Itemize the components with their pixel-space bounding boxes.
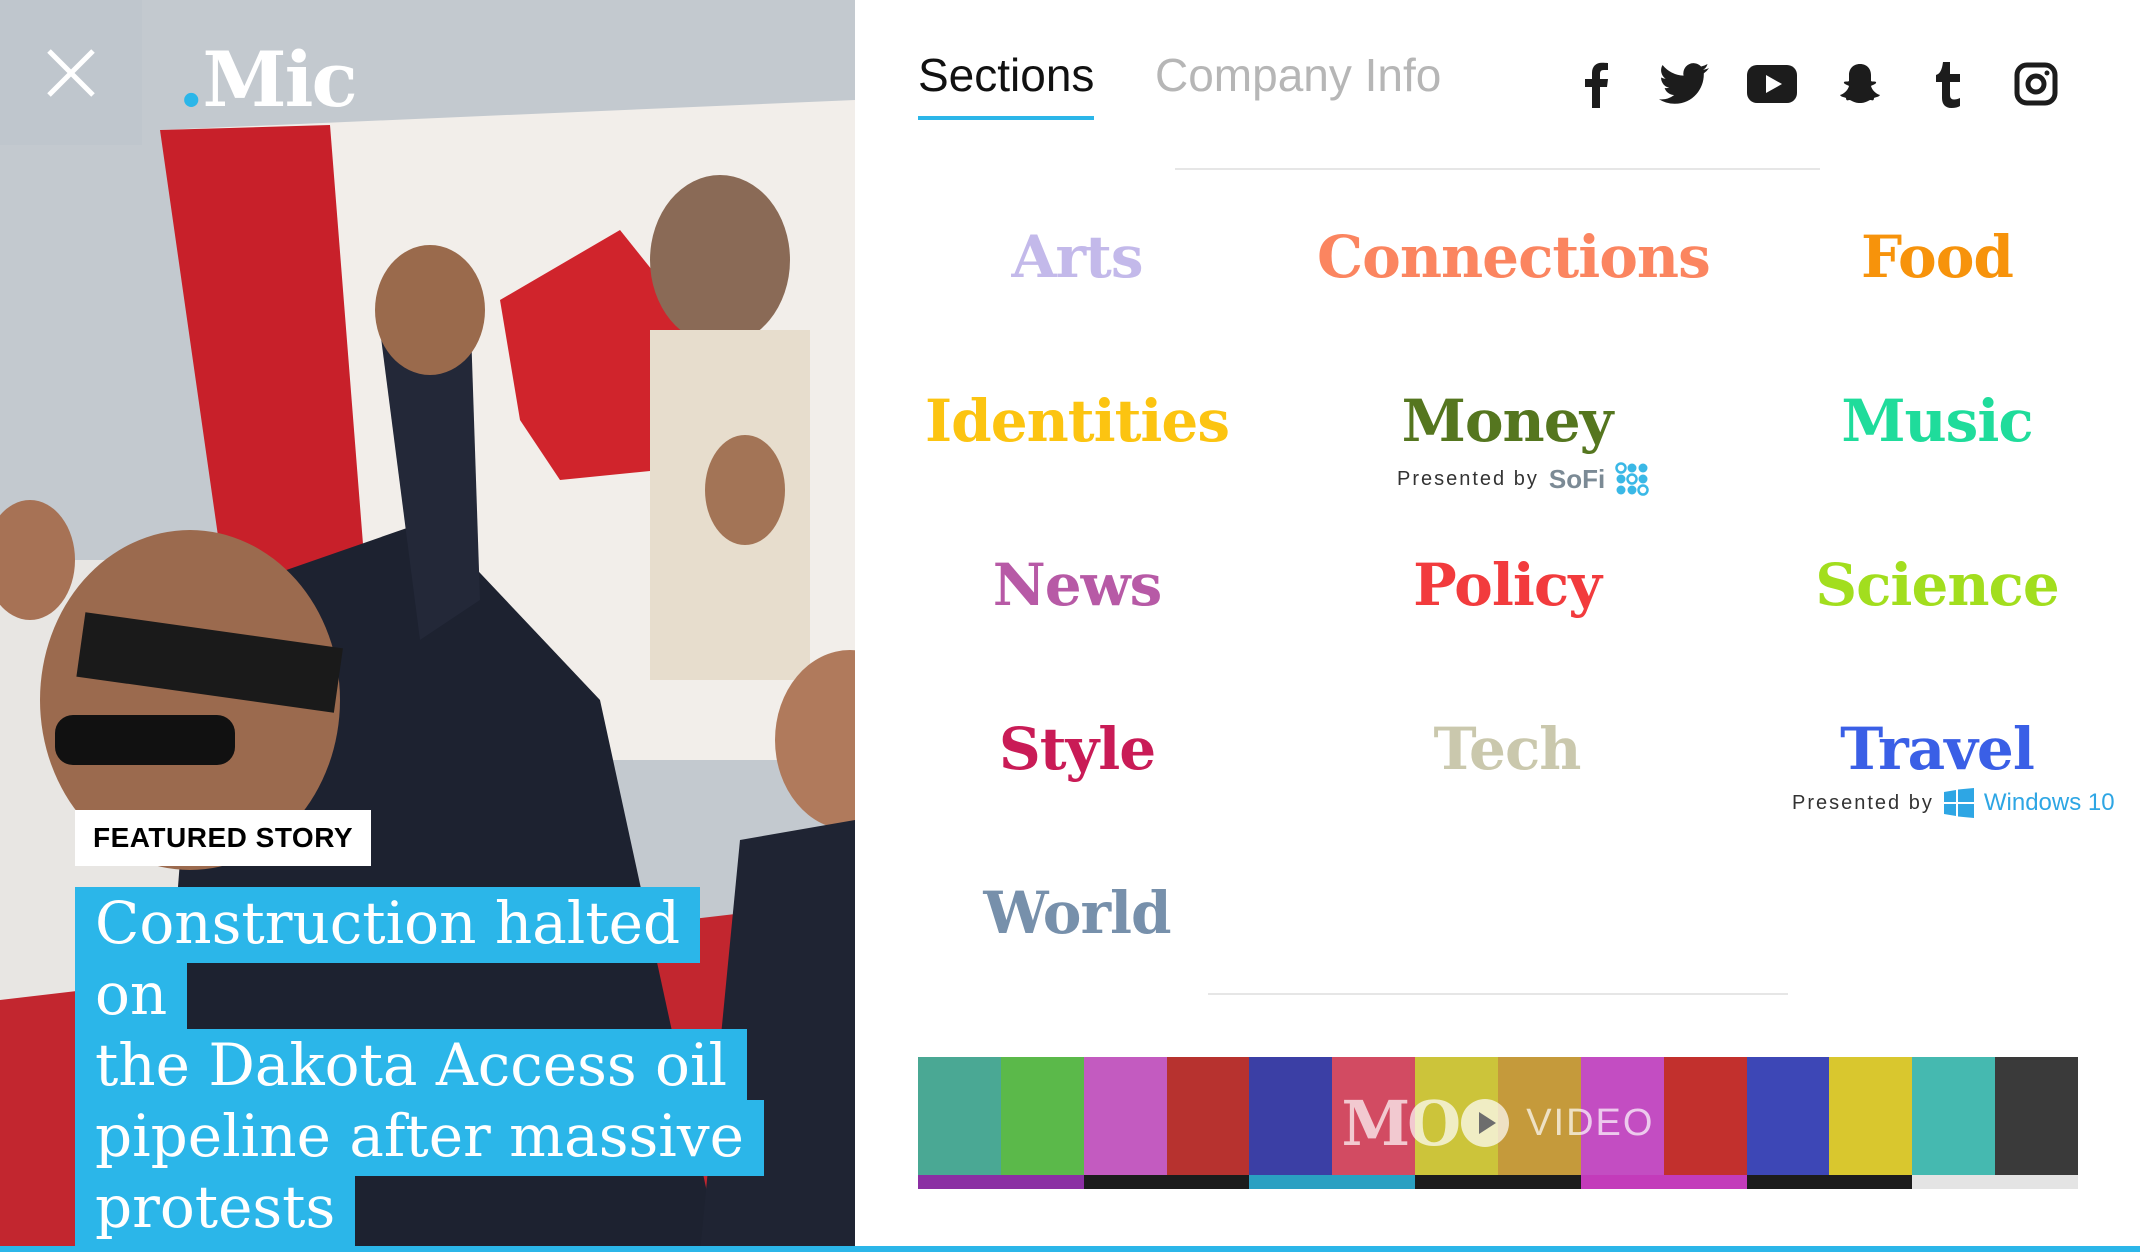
- featured-story-panel[interactable]: .Mic FEATURED STORY Construction halted …: [0, 0, 855, 1252]
- section-link-identities[interactable]: Identities: [887, 392, 1267, 450]
- headline-line: the Dakota Access oil: [75, 1029, 748, 1105]
- featured-headline[interactable]: Construction halted on the Dakota Access…: [75, 887, 775, 1247]
- windows-10-text: Windows 10: [1983, 789, 2115, 816]
- travel-sponsor[interactable]: Presented by Windows 10: [1792, 788, 2115, 818]
- section-link-style[interactable]: Style: [887, 720, 1267, 778]
- section-link-arts[interactable]: Arts: [887, 228, 1267, 286]
- sofi-logo-icon: [1615, 462, 1649, 496]
- top-divider: [1175, 168, 1820, 170]
- logo-text: Mic: [202, 35, 357, 124]
- video-logo: MO VIDEO: [918, 1057, 2078, 1189]
- mic-video-banner[interactable]: MO VIDEO: [918, 1057, 2078, 1189]
- section-link-tech[interactable]: Tech: [1317, 720, 1697, 778]
- headline-line: protests: [75, 1171, 356, 1247]
- instagram-link[interactable]: [2010, 58, 2062, 110]
- mic-logo[interactable]: .Mic: [178, 42, 358, 118]
- bottom-accent-bar: [0, 1246, 2140, 1252]
- section-link-money[interactable]: Money: [1317, 392, 1697, 450]
- sofi-logo-text: SoFi: [1548, 463, 1606, 494]
- snapchat-icon: [1840, 64, 1880, 103]
- headline-line: pipeline after massive: [75, 1100, 764, 1176]
- section-link-policy[interactable]: Policy: [1317, 556, 1697, 614]
- headline-line: Construction halted on: [75, 887, 701, 1034]
- section-link-connections[interactable]: Connections: [1317, 228, 1711, 286]
- section-link-music[interactable]: Music: [1747, 392, 2127, 450]
- presented-by-label: Presented by: [1792, 791, 1934, 814]
- facebook-icon: [1585, 62, 1608, 108]
- menu-panel: Sections Company Info Arts Connections Foo…: [855, 0, 2140, 1252]
- youtube-icon: [1747, 65, 1797, 103]
- video-label: VIDEO: [1526, 1101, 1655, 1144]
- twitter-link[interactable]: [1658, 58, 1710, 110]
- section-link-travel[interactable]: Travel: [1747, 720, 2127, 778]
- money-sponsor[interactable]: Presented by SoFi: [1397, 462, 1649, 496]
- section-link-food[interactable]: Food: [1747, 228, 2127, 286]
- mo-logo-text: MO: [1341, 1086, 1462, 1160]
- youtube-link[interactable]: [1746, 58, 1798, 110]
- instagram-icon: [2014, 62, 2058, 106]
- tab-sections[interactable]: Sections: [918, 52, 1095, 120]
- section-link-news[interactable]: News: [887, 556, 1267, 614]
- play-icon: [1461, 1099, 1510, 1147]
- tumblr-icon: [1936, 62, 1960, 108]
- facebook-link[interactable]: [1570, 58, 1622, 110]
- twitter-icon: [1659, 63, 1709, 104]
- section-link-world[interactable]: World: [887, 884, 1267, 942]
- logo-dot: .: [178, 35, 205, 124]
- windows-logo-icon: [1943, 788, 1974, 818]
- featured-story-badge: FEATURED STORY: [75, 810, 372, 866]
- close-menu-button[interactable]: [0, 0, 142, 145]
- bottom-divider: [1208, 993, 1788, 995]
- tumblr-link[interactable]: [1922, 58, 1974, 110]
- presented-by-label: Presented by: [1397, 467, 1539, 490]
- close-icon: [47, 48, 95, 97]
- snapchat-link[interactable]: [1834, 58, 1886, 110]
- section-link-science[interactable]: Science: [1747, 556, 2127, 614]
- social-links: [1570, 58, 2062, 110]
- tab-company-info[interactable]: Company Info: [1155, 52, 1441, 98]
